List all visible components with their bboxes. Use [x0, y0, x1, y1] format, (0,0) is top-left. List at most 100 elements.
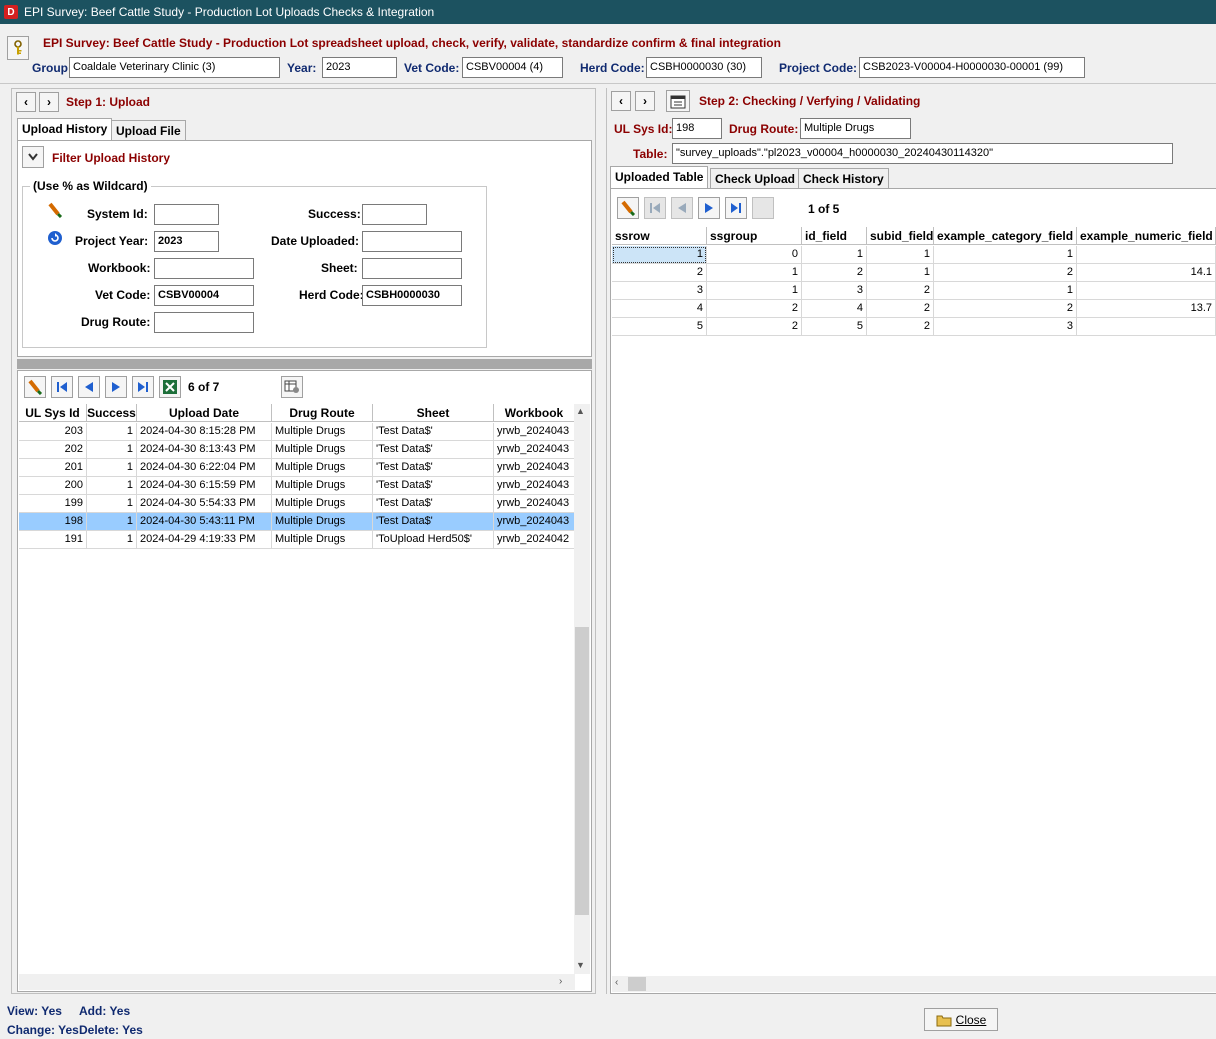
table-row[interactable]: 201 1 2024-04-30 6:22:04 PM Multiple Drugs '… — [19, 459, 575, 477]
table-cell[interactable]: 2024-04-30 8:15:28 PM — [137, 423, 272, 441]
table-cell[interactable]: 1 — [87, 423, 137, 441]
col-ssrow[interactable]: ssrow — [612, 227, 707, 244]
table-cell[interactable]: Multiple Drugs — [272, 513, 373, 531]
table-cell[interactable]: yrwb_2024043 — [494, 423, 575, 441]
table-cell[interactable]: 2 — [707, 318, 802, 336]
table-cell[interactable]: 'Test Data$' — [373, 459, 494, 477]
drug-route-input[interactable] — [154, 312, 254, 333]
table-cell[interactable]: 1 — [802, 246, 867, 264]
tab-check-upload[interactable]: Check Upload — [710, 168, 801, 188]
table-cell[interactable] — [1077, 246, 1216, 264]
table-cell[interactable]: 1 — [934, 246, 1077, 264]
table-cell[interactable]: 'Test Data$' — [373, 495, 494, 513]
table-next-button[interactable] — [698, 197, 720, 219]
table-cell[interactable]: 2 — [612, 264, 707, 282]
step2-prev-button[interactable]: ‹ — [611, 91, 631, 111]
col-sheet[interactable]: Sheet — [373, 404, 494, 421]
table-cell[interactable]: 1 — [612, 246, 707, 264]
table-cell[interactable]: 3 — [802, 282, 867, 300]
table-horizontal-scrollbar[interactable]: ‹ — [612, 976, 1216, 992]
table-cell[interactable]: 199 — [19, 495, 87, 513]
tab-check-history[interactable]: Check History — [798, 168, 889, 188]
table-row[interactable]: 4 2 4 2 2 13.7 — [612, 300, 1216, 318]
splitter[interactable] — [17, 359, 592, 369]
vet-code-input[interactable]: CSBV00004 — [154, 285, 254, 306]
grid-prev-button[interactable] — [78, 376, 100, 398]
table-cell[interactable]: yrwb_2024043 — [494, 459, 575, 477]
table-cell[interactable]: yrwb_2024043 — [494, 513, 575, 531]
table-cell[interactable]: 203 — [19, 423, 87, 441]
sheet-input[interactable] — [362, 258, 462, 279]
grid-edit-button[interactable] — [24, 376, 46, 398]
table-first-button[interactable] — [644, 197, 666, 219]
ul-sys-id-field[interactable]: 198 — [672, 118, 722, 139]
table-row[interactable]: 2 1 2 1 2 14.1 — [612, 264, 1216, 282]
table-cell[interactable]: 2 — [934, 300, 1077, 318]
table-cell[interactable]: 2 — [867, 282, 934, 300]
table-cell[interactable]: 1 — [867, 264, 934, 282]
table-cell[interactable]: 'ToUpload Herd50$' — [373, 531, 494, 549]
table-last-button[interactable] — [725, 197, 747, 219]
col-subid-field[interactable]: subid_field — [867, 227, 934, 244]
col-example-numeric-field[interactable]: example_numeric_field — [1077, 227, 1216, 244]
grid-excel-button[interactable] — [159, 376, 181, 398]
table-cell[interactable]: 201 — [19, 459, 87, 477]
table-cell[interactable]: 3 — [934, 318, 1077, 336]
grid-first-button[interactable] — [51, 376, 73, 398]
table-cell[interactable]: 'Test Data$' — [373, 441, 494, 459]
table-blank-button[interactable] — [752, 197, 774, 219]
col-drug-route[interactable]: Drug Route — [272, 404, 373, 421]
table-cell[interactable]: 'Test Data$' — [373, 513, 494, 531]
col-success[interactable]: Success — [87, 404, 137, 421]
filter-collapse-button[interactable] — [22, 146, 44, 168]
scroll-up-icon[interactable]: ▲ — [576, 406, 585, 416]
step1-next-button[interactable]: › — [39, 92, 59, 112]
tab-uploaded-table[interactable]: Uploaded Table — [610, 166, 709, 188]
table-cell[interactable]: 2 — [802, 264, 867, 282]
col-upload-date[interactable]: Upload Date — [137, 404, 272, 421]
table-cell[interactable]: 5 — [612, 318, 707, 336]
table-cell[interactable]: 2024-04-30 5:43:11 PM — [137, 513, 272, 531]
table-field[interactable]: "survey_uploads"."pl2023_v00004_h0000030… — [672, 143, 1173, 164]
table-cell[interactable]: 1 — [87, 495, 137, 513]
scroll-left-icon[interactable]: ‹ — [615, 977, 618, 988]
table-cell[interactable]: 0 — [707, 246, 802, 264]
filter-apply-button[interactable] — [44, 199, 66, 221]
grid-options-button[interactable] — [281, 376, 303, 398]
table-cell[interactable]: 2 — [707, 300, 802, 318]
table-cell[interactable]: 3 — [612, 282, 707, 300]
table-edit-button[interactable] — [617, 197, 639, 219]
key-button[interactable] — [7, 36, 29, 60]
grid-last-button[interactable] — [132, 376, 154, 398]
table-cell[interactable]: 14.1 — [1077, 264, 1216, 282]
table-cell[interactable]: 2 — [934, 264, 1077, 282]
table-cell[interactable] — [1077, 318, 1216, 336]
table-cell[interactable]: 1 — [87, 441, 137, 459]
success-input[interactable] — [362, 204, 427, 225]
group-field[interactable]: Coaldale Veterinary Clinic (3) — [69, 57, 280, 78]
table-row[interactable]: 198 1 2024-04-30 5:43:11 PM Multiple Drugs '… — [19, 513, 575, 531]
table-cell[interactable]: Multiple Drugs — [272, 459, 373, 477]
table-cell[interactable]: 191 — [19, 531, 87, 549]
table-row[interactable]: 31321 — [612, 282, 1216, 300]
filter-refresh-button[interactable] — [44, 227, 66, 249]
table-cell[interactable]: 1 — [867, 246, 934, 264]
table-row[interactable]: 199 1 2024-04-30 5:54:33 PM Multiple Drugs '… — [19, 495, 575, 513]
table-cell[interactable]: 4 — [802, 300, 867, 318]
project-code-field[interactable]: CSB2023-V00004-H0000030-00001 (99) — [859, 57, 1085, 78]
grid-vertical-scrollbar[interactable]: ▲ ▼ — [574, 404, 590, 974]
scroll-right-icon[interactable]: › — [559, 976, 562, 987]
table-cell[interactable]: 'Test Data$' — [373, 477, 494, 495]
table-scroll-thumb[interactable] — [628, 977, 646, 991]
table-cell[interactable]: 2 — [867, 300, 934, 318]
grid-next-button[interactable] — [105, 376, 127, 398]
table-cell[interactable]: 1 — [87, 459, 137, 477]
table-cell[interactable]: yrwb_2024043 — [494, 441, 575, 459]
table-cell[interactable]: 198 — [19, 513, 87, 531]
table-cell[interactable]: Multiple Drugs — [272, 531, 373, 549]
scroll-down-icon[interactable]: ▼ — [576, 960, 585, 970]
table-row[interactable]: 191 1 2024-04-29 4:19:33 PM Multiple Drugs '… — [19, 531, 575, 549]
table-cell[interactable]: Multiple Drugs — [272, 441, 373, 459]
table-cell[interactable]: 1 — [707, 264, 802, 282]
table-cell[interactable]: yrwb_2024042 — [494, 531, 575, 549]
